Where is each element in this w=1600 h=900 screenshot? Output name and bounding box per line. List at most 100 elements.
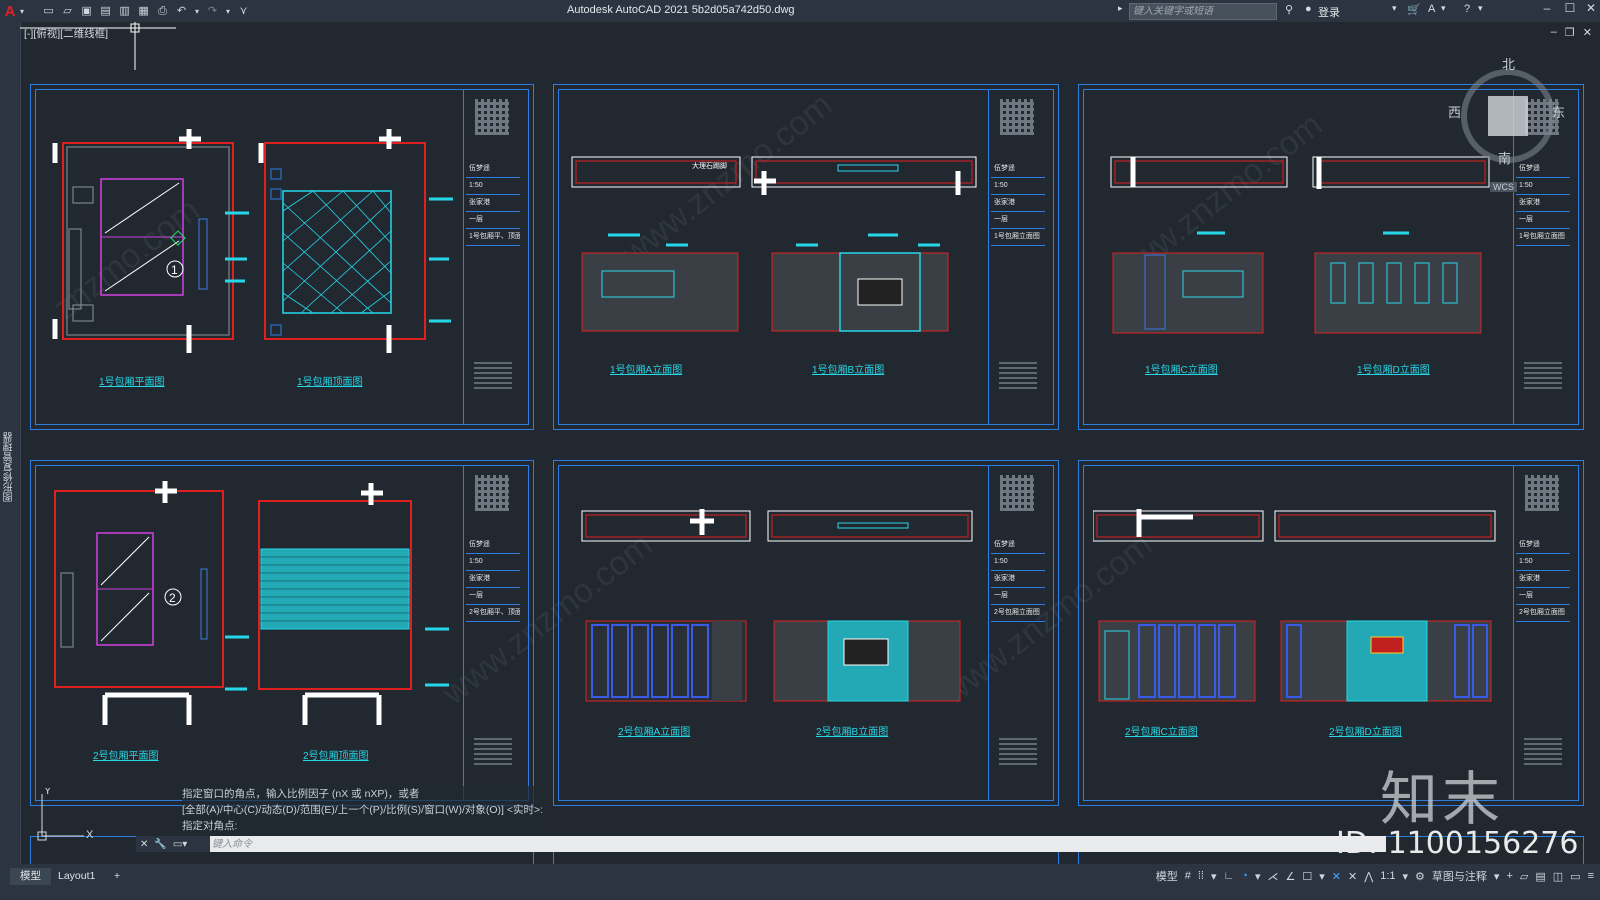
designer-field: 伍梦遥 [991,537,1045,554]
open-from-web-icon[interactable]: ▥ [118,5,131,18]
app-menu-dropdown-icon[interactable]: ▾ [20,7,24,16]
save-to-web-icon[interactable]: ▦ [137,5,150,18]
command-customize-icon[interactable]: 🔧 [154,839,166,850]
scale-field: 1:50 [991,554,1045,571]
sheet-name-field: 2号包厢平、顶面图 [466,605,520,622]
customization-menu-icon[interactable]: ≡ [1588,870,1594,882]
watermark-logo: 知末 [1380,765,1505,833]
annotation-scale-icon[interactable]: ⋀ [1364,870,1373,883]
drawing-sheet-5[interactable]: 伍梦遥 1:50 张家港 一层 2号包厢立面图 2号包厢A立面图 2号包厢B立面… [553,460,1059,806]
snap-dropdown-icon[interactable]: ▾ [1211,870,1217,883]
open-folder-icon[interactable]: ▱ [61,5,74,18]
help-dropdown-icon[interactable]: ▾ [1478,3,1483,14]
compass-east-label[interactable]: 东 [1552,102,1565,121]
viewcube[interactable]: 北 南 西 东 WCS [1448,57,1565,192]
room-number-label: 1 [171,263,178,277]
clean-screen-icon[interactable]: ▭ [1570,870,1580,883]
elevation-drawing: 大理石踢脚 [571,156,977,332]
auto-scale-icon[interactable]: ✕ [1348,870,1357,883]
company-logo-icon [1525,475,1559,511]
object-snap-icon[interactable]: ☐ [1302,870,1312,883]
customize-qat-icon[interactable]: ⋎ [237,5,250,18]
isometric-drafting-icon[interactable]: ⋌ [1267,870,1278,883]
checker-field: 张家港 [466,571,520,588]
units-icon[interactable]: ▱ [1520,870,1528,883]
login-button[interactable]: 登录 [1318,4,1340,20]
polar-dropdown-icon[interactable]: ▾ [1255,870,1261,883]
scale-field: 1:50 [1516,178,1570,195]
command-input[interactable] [210,836,1386,852]
save-as-icon[interactable]: ▤ [99,5,112,18]
maximize-icon[interactable]: ☐ [1559,1,1581,19]
compass-north-label[interactable]: 北 [1502,54,1515,73]
command-close-icon[interactable]: ✕ [140,839,148,850]
drawing-window-controls: – ❐ ✕ [1551,26,1592,39]
workspace-switch[interactable]: 草图与注释 [1432,868,1487,884]
title-block: 伍梦遥 1:50 张家港 一层 2号包厢立面图 [988,465,1047,801]
doc-close-icon[interactable]: ✕ [1583,26,1592,39]
drawing-sheet-1[interactable]: 伍梦遥 1:50 张家港 一层 1号包厢平、顶面图 1 [30,84,534,430]
undo-dropdown-icon[interactable]: ▾ [194,5,200,18]
grid-icon[interactable]: # [1185,870,1191,882]
isolate-objects-icon[interactable]: ◫ [1553,870,1563,883]
add-layout-button[interactable]: + [104,868,130,885]
search-expand-arrow-icon[interactable]: ▸ [1118,3,1123,14]
autodesk-app-store-icon[interactable]: 🛒 [1407,3,1421,16]
autocad-logo-icon[interactable]: A [0,3,20,20]
checker-field: 张家港 [991,195,1045,212]
recent-commands-icon[interactable]: ▭▾ [173,839,187,850]
plot-print-icon[interactable]: ⎙ [156,5,169,18]
save-icon[interactable]: ▣ [80,5,93,18]
designer-field: 伍梦遥 [466,161,520,178]
new-file-icon[interactable]: ▭ [42,5,55,18]
annotation-scale-value[interactable]: 1:1 [1380,870,1395,882]
scale-field: 1:50 [1516,554,1570,571]
drawing-recovery-manager-tab[interactable]: 图形修复管理器 [2,432,17,502]
quick-properties-icon[interactable]: ▤ [1535,870,1545,883]
snap-mode-icon[interactable]: ⁞⁞ [1198,870,1204,882]
search-icon[interactable]: ⚲ [1285,3,1293,16]
undo-icon[interactable]: ↶ [175,5,188,18]
drawing-sheet-2[interactable]: 伍梦遥 1:50 张家港 一层 1号包厢立面图 大理石踢脚 1号包厢A立面图 1… [553,84,1059,430]
compass-west-label[interactable]: 西 [1448,102,1461,121]
close-icon[interactable]: ✕ [1580,1,1600,19]
osnap-dropdown-icon[interactable]: ▾ [1319,870,1325,883]
designer-field: 伍梦遥 [1516,537,1570,554]
doc-minimize-icon[interactable]: – [1551,26,1557,39]
login-dropdown-icon[interactable]: ▾ [1392,3,1397,14]
model-space-button[interactable]: 模型 [1156,868,1178,884]
annotation-monitor-icon[interactable]: + [1506,870,1512,882]
doc-restore-icon[interactable]: ❐ [1565,26,1575,39]
scale-field: 1:50 [991,178,1045,195]
redo-dropdown-icon[interactable]: ▾ [225,5,231,18]
view-title: 1号包厢A立面图 [610,365,683,376]
object-snap-tracking-icon[interactable]: ∠ [1285,870,1295,883]
minimize-icon[interactable]: – [1536,1,1558,19]
tab-layout1[interactable]: Layout1 [48,868,105,885]
polar-tracking-icon[interactable]: ◔ [1241,870,1248,882]
floor-field: 一层 [1516,212,1570,229]
ortho-mode-icon[interactable]: ∟ [1224,870,1235,882]
redo-icon[interactable]: ↷ [206,5,219,18]
a360-dropdown-icon[interactable]: ▾ [1441,3,1446,14]
a360-icon[interactable]: A [1428,3,1435,15]
workspace-gear-icon[interactable]: ⚙ [1415,870,1425,883]
help-icon[interactable]: ? [1464,3,1470,15]
view-title: 2号包厢A立面图 [618,727,691,738]
sheet-name-field: 2号包厢立面图 [1516,605,1570,622]
user-icon[interactable]: ● [1305,3,1312,15]
annotation-visibility-icon[interactable]: ✕ [1332,870,1341,883]
drawing-sheet-6[interactable]: 伍梦遥 1:50 张家港 一层 2号包厢立面图 2号包厢C立面图 2号包厢D立面… [1078,460,1584,806]
sheet-name-field: 1号包厢平、顶面图 [466,229,520,246]
workspace-dropdown-icon[interactable]: ▾ [1494,870,1500,883]
scale-dropdown-icon[interactable]: ▾ [1403,870,1409,883]
checker-field: 张家港 [1516,571,1570,588]
help-search-box[interactable] [1129,3,1277,20]
help-search-input[interactable] [1130,4,1276,19]
drawing-sheet-4[interactable]: 伍梦遥 1:50 张家港 一层 2号包厢平、顶面图 2 2号包厢平面图 2号包厢… [30,460,534,806]
title-block-notes [1524,737,1562,765]
tab-model[interactable]: 模型 [10,868,51,885]
quick-access-toolbar: ▭ ▱ ▣ ▤ ▥ ▦ ⎙ ↶ ▾ ↷ ▾ ⋎ [42,5,250,18]
ucs-menu-button[interactable]: WCS [1490,182,1517,192]
compass-south-label[interactable]: 南 [1498,148,1511,167]
